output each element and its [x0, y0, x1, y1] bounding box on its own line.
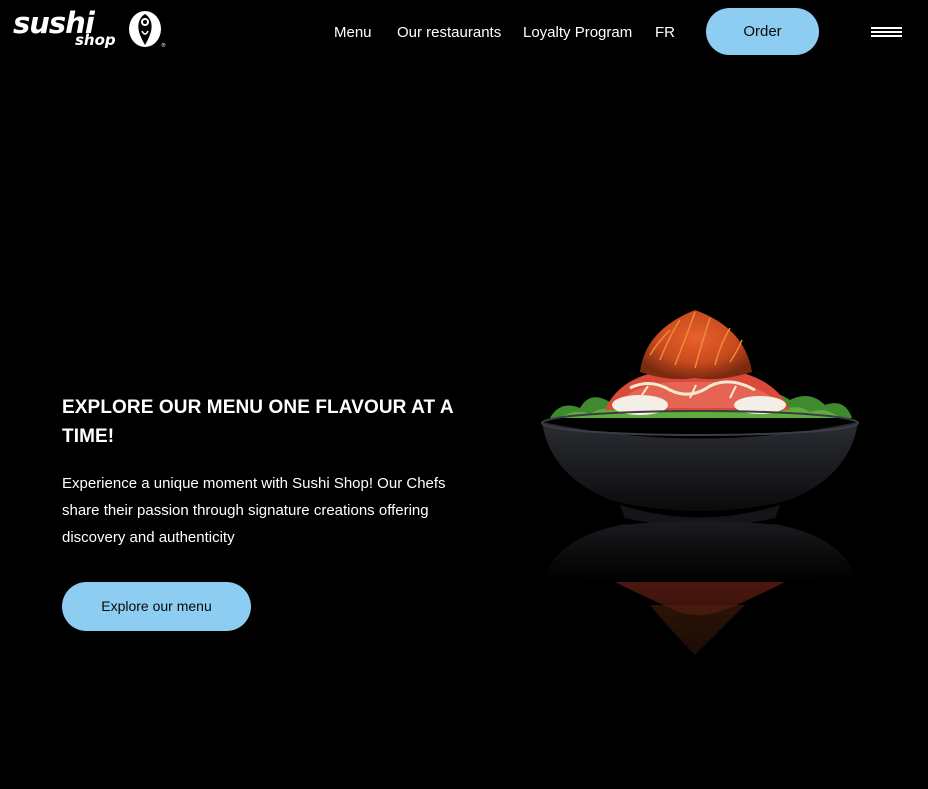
page: sushi shop ® Menu Our restaurants Loyalt…: [0, 0, 928, 789]
logo-mark-icon: ®: [129, 11, 166, 49]
hero-title: EXPLORE OUR MENU ONE FLAVOUR AT A TIME!: [62, 397, 454, 447]
nav-loyalty-program-link[interactable]: Loyalty Program: [523, 24, 632, 42]
hero-description: Experience a unique moment with Sushi Sh…: [62, 475, 446, 546]
svg-text:®: ®: [161, 42, 166, 49]
explore-menu-button[interactable]: Explore our menu: [62, 582, 251, 631]
nav-language-fr-link[interactable]: FR: [655, 24, 675, 42]
logo-wordmark-shop: shop: [75, 31, 116, 49]
hamburger-icon[interactable]: [871, 25, 903, 39]
sushi-shop-logo[interactable]: sushi shop ®: [13, 9, 168, 51]
poke-bowl-image: [520, 310, 880, 710]
order-button[interactable]: Order: [706, 8, 819, 55]
nav-our-restaurants-link[interactable]: Our restaurants: [397, 24, 501, 42]
nav-menu-link[interactable]: Menu: [334, 24, 372, 42]
site-header: sushi shop ® Menu Our restaurants Loyalt…: [0, 0, 928, 64]
